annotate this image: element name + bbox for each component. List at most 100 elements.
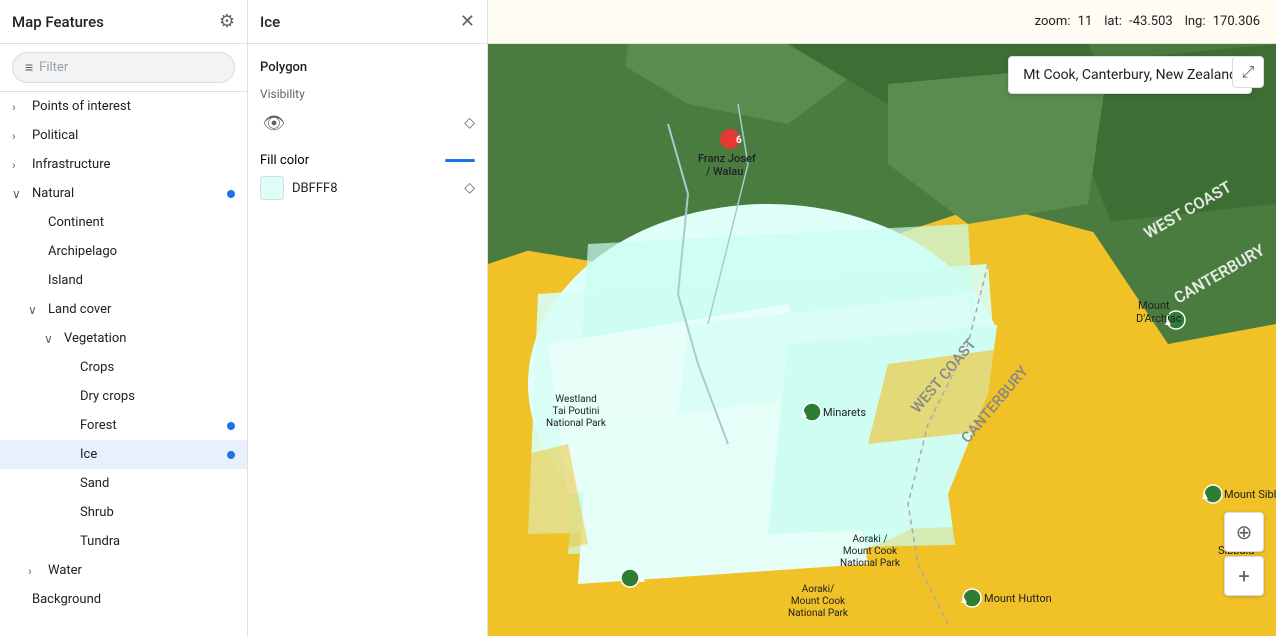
sidebar-item-background[interactable]: Background [0,585,247,614]
map-coords: zoom: 11 lat: -43.503 lng: 170.306 [1035,14,1260,29]
svg-text:Aoraki /: Aoraki / [853,534,888,545]
svg-text:Westland: Westland [555,394,597,405]
sidebar-item-label: Infrastructure [32,157,235,172]
sidebar-item-label: Crops [80,360,235,375]
chevron-icon: ∨ [28,303,44,317]
sidebar-item-ice[interactable]: Ice [0,440,247,469]
sidebar-item-label: Sand [80,476,235,491]
fill-color-row: Fill color DBFFF8 ◇ [260,153,475,200]
svg-text:Mount Hutton: Mount Hutton [984,592,1052,605]
visibility-label: Visibility [260,87,475,101]
sidebar-item-label: Island [48,273,235,288]
chevron-icon: ∨ [44,332,60,346]
chevron-icon: › [12,100,28,114]
fill-color-label: Fill color [260,153,309,168]
tooltip-text: Mt Cook, Canterbury, New Zealand [1023,67,1237,83]
sidebar-title: Map Features [12,13,104,31]
fill-color-header: Fill color [260,153,475,168]
filter-input-container[interactable]: ≡ Filter [12,52,235,83]
lng-display: lng: 170.306 [1185,14,1260,29]
visibility-diamond-icon[interactable]: ◇ [464,115,475,131]
sidebar-item-crops[interactable]: Crops [0,353,247,382]
chevron-icon: ∨ [12,187,28,201]
svg-text:▲: ▲ [1200,491,1210,502]
sidebar-item-label: Water [48,563,235,578]
svg-text:Minarets: Minarets [823,406,866,419]
active-dot [227,422,235,430]
svg-text:National Park: National Park [546,418,607,429]
zoom-display: zoom: 11 [1035,14,1093,29]
lat-display: lat: -43.503 [1104,14,1172,29]
svg-text:▲: ▲ [1163,317,1173,328]
detail-header: Ice ✕ [248,0,487,44]
chevron-icon: › [12,158,28,172]
sidebar-item-shrub[interactable]: Shrub [0,498,247,527]
detail-section-label: Polygon [260,60,475,75]
color-hex-value: DBFFF8 [292,181,456,196]
visibility-row: Visibility 👁 ◇ [260,87,475,137]
color-swatch[interactable] [260,176,284,200]
locate-button[interactable]: ⊕ [1224,512,1264,552]
sidebar-item-political[interactable]: ›Political [0,121,247,150]
sidebar-item-label: Ice [80,447,227,462]
sidebar-item-sand[interactable]: Sand [0,469,247,498]
fill-color-line [445,159,475,162]
sidebar-item-label: Vegetation [64,331,235,346]
sidebar-item-label: Archipelago [48,244,235,259]
detail-body: Polygon Visibility 👁 ◇ Fill color DBFFF8… [248,44,487,232]
svg-text:▲: ▲ [799,409,809,420]
sidebar-item-island[interactable]: Island [0,266,247,295]
sidebar-item-dry-crops[interactable]: Dry crops [0,382,247,411]
detail-panel-title: Ice [260,13,280,31]
active-dot [227,190,235,198]
sidebar-item-label: Land cover [48,302,235,317]
color-swatch-row: DBFFF8 ◇ [260,176,475,200]
sidebar-item-vegetation[interactable]: ∨ Vegetation [0,324,247,353]
svg-text:▲: ▲ [959,595,969,606]
sidebar-item-label: Dry crops [80,389,235,404]
sidebar-header: Map Features ⚙ [0,0,247,44]
svg-text:▲: ▲ [637,574,647,585]
svg-text:Tai Poutini: Tai Poutini [553,406,600,417]
svg-text:National Park: National Park [840,558,901,569]
sidebar-item-points-of-interest[interactable]: › Points of interest [0,92,247,121]
map-tooltip: Mt Cook, Canterbury, New Zealand [1008,56,1252,94]
sidebar-item-infrastructure[interactable]: › Infrastructure [0,150,247,179]
sidebar-item-continent[interactable]: Continent [0,208,247,237]
map-controls: ⊕ + [1224,512,1264,596]
svg-text:Mount Cook: Mount Cook [791,596,846,607]
close-icon[interactable]: ✕ [460,11,475,32]
visibility-content: 👁 ◇ [260,109,475,137]
chevron-icon: › [28,564,44,578]
sidebar-item-tundra[interactable]: Tundra [0,527,247,556]
svg-text:Mount: Mount [1138,299,1170,312]
sidebar-item-label: Tundra [80,534,235,549]
filter-label: Filter [39,60,68,75]
sidebar: Map Features ⚙ ≡ Filter › Points of inter… [0,0,248,636]
sidebar-item-archipelago[interactable]: Archipelago [0,237,247,266]
map-topbar: zoom: 11 lat: -43.503 lng: 170.306 [488,0,1276,44]
chevron-icon: › [12,129,28,143]
sidebar-item-label: Forest [80,418,227,433]
map-svg: 6 Franz Josef / Walau WEST COAST CANTERB… [488,44,1276,636]
fullscreen-button[interactable]: ⤢ [1232,56,1264,88]
svg-text:Mount Sibbald: Mount Sibbald [1224,488,1276,501]
sidebar-item-forest[interactable]: Forest [0,411,247,440]
filter-bar: ≡ Filter [0,44,247,92]
nav-tree: ›Points of interest›Political›Infrastruc… [0,92,247,636]
sidebar-item-natural[interactable]: ∨ Natural [0,179,247,208]
fill-color-diamond-icon[interactable]: ◇ [464,180,475,196]
sidebar-item-label: Background [32,592,235,607]
sidebar-item-label: Points of interest [32,99,235,114]
map-area[interactable]: zoom: 11 lat: -43.503 lng: 170.306 [488,0,1276,636]
sidebar-item-land-cover[interactable]: ∨ Land cover [0,295,247,324]
filter-icon: ≡ [25,59,33,76]
zoom-in-button[interactable]: + [1224,556,1264,596]
svg-text:National Park: National Park [788,608,849,619]
gear-icon[interactable]: ⚙ [219,11,235,32]
sidebar-item-water[interactable]: › Water [0,556,247,585]
map-canvas: 6 Franz Josef / Walau WEST COAST CANTERB… [488,44,1276,636]
sidebar-item-label: Shrub [80,505,235,520]
eye-icon[interactable]: 👁 [260,109,288,137]
sidebar-item-label: Natural [32,186,227,201]
